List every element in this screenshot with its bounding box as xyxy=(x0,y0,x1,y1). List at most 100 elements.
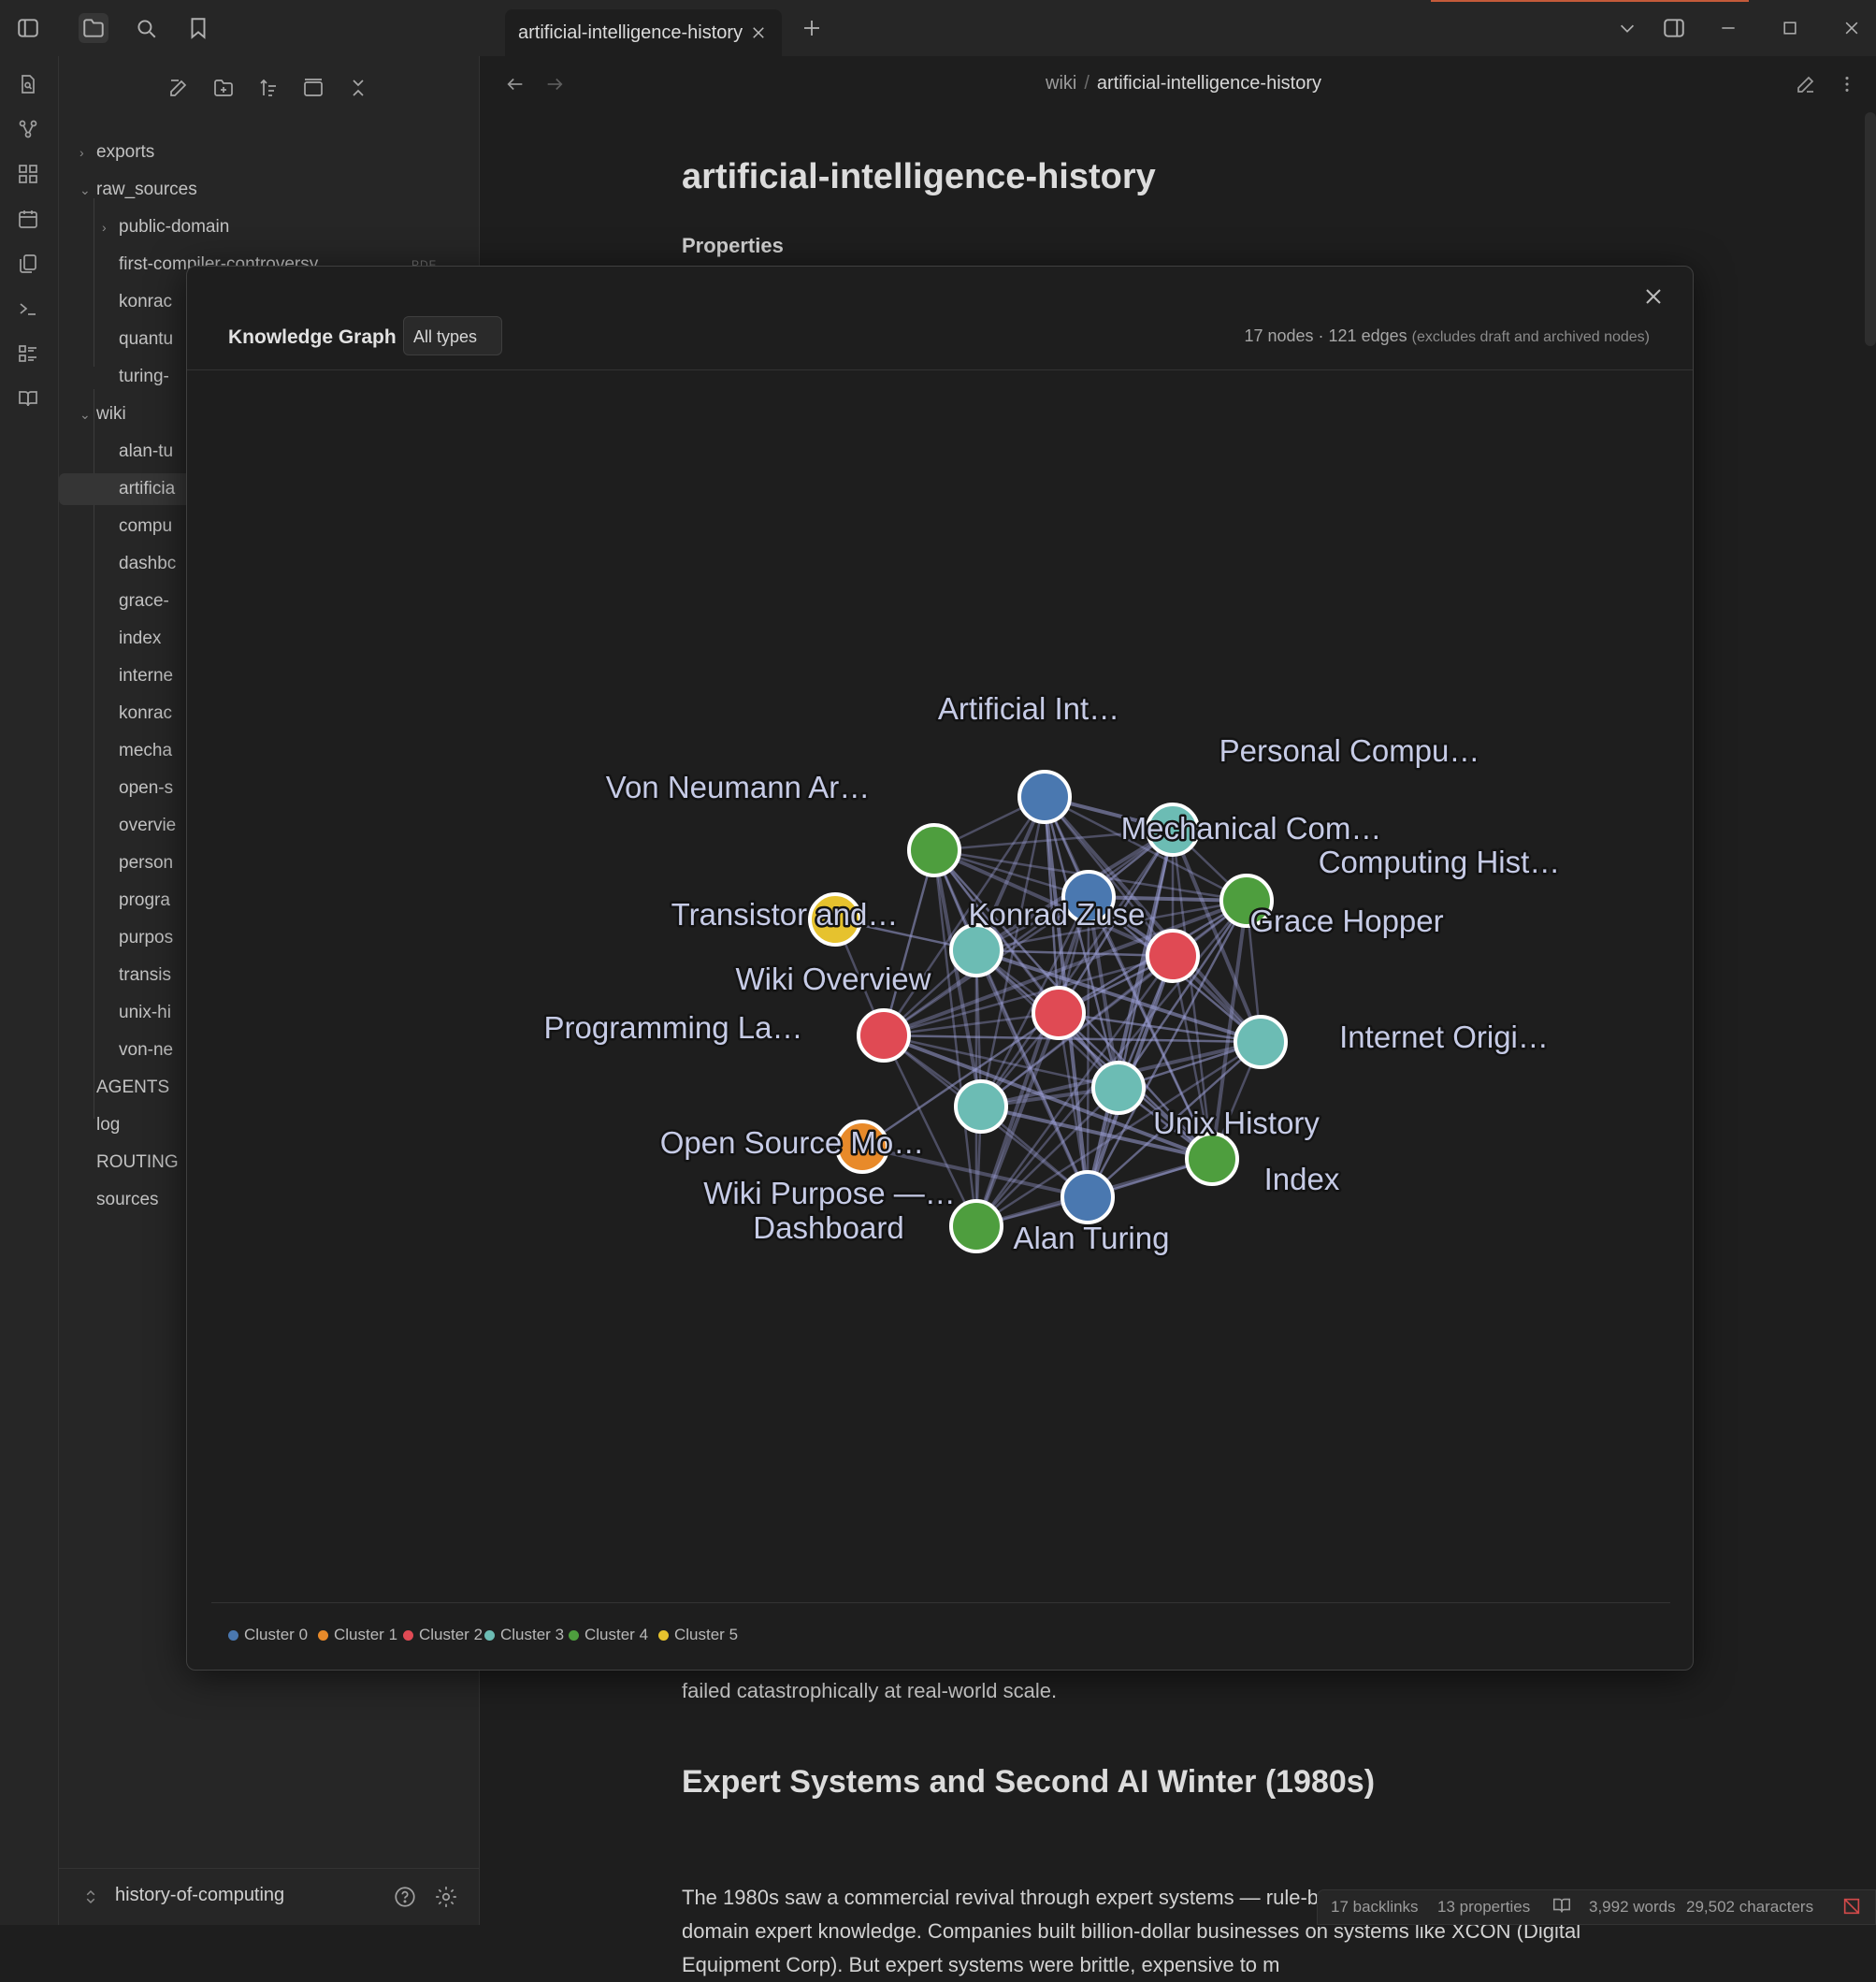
tree-folder[interactable]: › public-domain xyxy=(59,211,470,243)
chevron-down-icon[interactable]: ⌄ xyxy=(79,398,96,430)
chevron-down-icon[interactable]: ⌄ xyxy=(79,174,96,206)
tree-item-label: von-ne xyxy=(119,1040,174,1060)
tab-list-chevron-icon[interactable] xyxy=(1612,13,1642,43)
help-icon[interactable] xyxy=(390,1882,420,1912)
tree-item-label: interne xyxy=(119,666,174,686)
settings-gear-icon[interactable] xyxy=(431,1882,461,1912)
graph-node-ai[interactable] xyxy=(1017,770,1072,824)
graph-node-label: Mechanical Com… xyxy=(1121,811,1382,846)
tree-item-label: quantu xyxy=(119,329,174,349)
more-options-icon[interactable] xyxy=(1832,69,1862,99)
bookmark-icon[interactable] xyxy=(183,13,213,43)
graph-node-label: Index xyxy=(1264,1162,1340,1196)
graph-node-pl[interactable] xyxy=(857,1008,911,1063)
tree-item-label: person xyxy=(119,853,174,873)
sidebar-toggle-icon[interactable] xyxy=(13,13,43,43)
calendar-icon[interactable] xyxy=(13,204,43,234)
legend-item: Cluster 3 xyxy=(484,1626,564,1644)
tree-item-label: exports xyxy=(96,142,155,162)
copy-files-icon[interactable] xyxy=(13,249,43,279)
graph-view-icon[interactable] xyxy=(13,114,43,144)
close-window-icon[interactable] xyxy=(1837,13,1867,43)
sort-icon[interactable] xyxy=(253,73,283,103)
tree-item-label: turing- xyxy=(119,367,169,386)
tree-item-label: wiki xyxy=(96,404,126,424)
legend-label: Cluster 5 xyxy=(674,1626,739,1643)
tab-artificial-intelligence-history[interactable]: artificial-intelligence-history xyxy=(505,9,782,56)
canvas-icon[interactable] xyxy=(13,159,43,189)
breadcrumb-parent[interactable]: wiki xyxy=(1046,73,1076,94)
sync-error-icon[interactable] xyxy=(1841,1896,1862,1917)
folder-icon[interactable] xyxy=(79,13,108,43)
graph-node-label: Alan Turing xyxy=(1014,1221,1170,1255)
scrollbar[interactable] xyxy=(1865,112,1876,346)
tree-item-label: sources xyxy=(96,1190,159,1209)
modal-header: Knowledge Graph All types 17 nodes · 121… xyxy=(187,267,1693,370)
new-folder-icon[interactable] xyxy=(209,73,238,103)
graph-node-at[interactable] xyxy=(1061,1170,1115,1224)
minimize-icon[interactable] xyxy=(1713,13,1743,43)
collapse-all-icon[interactable] xyxy=(343,73,373,103)
properties-heading[interactable]: Properties xyxy=(682,234,784,258)
auto-reveal-icon[interactable] xyxy=(298,73,328,103)
graph-node-io[interactable] xyxy=(1234,1015,1288,1069)
graph-node-label: Wiki Overview xyxy=(735,962,931,996)
legend-dot xyxy=(228,1630,238,1641)
graph-canvas[interactable]: Artificial Int… Personal Compu… Von Neuman… xyxy=(187,370,1693,1600)
tree-item-label: raw_sources xyxy=(96,180,197,199)
graph-node-lowc[interactable] xyxy=(954,1079,1008,1134)
edit-pencil-icon[interactable] xyxy=(1791,69,1821,99)
vault-switcher[interactable]: history-of-computing xyxy=(59,1868,479,1925)
backlinks-count[interactable]: 17 backlinks xyxy=(1331,1898,1419,1917)
tree-item-label: konrac xyxy=(119,703,173,723)
close-modal-icon[interactable] xyxy=(1638,282,1668,311)
list-icon[interactable] xyxy=(13,339,43,369)
terminal-icon[interactable] xyxy=(13,294,43,324)
book-icon[interactable] xyxy=(13,383,43,413)
file-search-icon[interactable] xyxy=(13,69,43,99)
graph-node-ux[interactable] xyxy=(1185,1132,1239,1186)
section-heading: Expert Systems and Second AI Winter (198… xyxy=(682,1764,1376,1800)
type-filter-select[interactable]: All types xyxy=(403,316,502,355)
breadcrumb-current[interactable]: artificial-intelligence-history xyxy=(1097,73,1321,94)
graph-node-label: Konrad Zuse xyxy=(969,897,1146,932)
legend-dot xyxy=(569,1630,579,1641)
new-note-icon[interactable] xyxy=(164,73,194,103)
tree-item-label: public-domain xyxy=(119,217,230,237)
tree-item-label: AGENTS xyxy=(96,1078,170,1097)
close-tab-icon[interactable] xyxy=(748,22,769,43)
tree-item-label: compu xyxy=(119,516,173,536)
forward-arrow-icon[interactable] xyxy=(540,69,570,99)
graph-node-label: Grace Hopper xyxy=(1249,904,1443,938)
graph-node-mid[interactable] xyxy=(1091,1061,1146,1115)
properties-count[interactable]: 13 properties xyxy=(1437,1898,1530,1917)
tree-item-label: konrac xyxy=(119,292,173,311)
vault-chevron-icon[interactable] xyxy=(76,1882,106,1912)
search-icon[interactable] xyxy=(131,13,161,43)
cluster-legend: Cluster 0 Cluster 1 Cluster 2 Cluster 3 Clus… xyxy=(211,1602,1670,1659)
legend-dot xyxy=(658,1630,669,1641)
back-arrow-icon[interactable] xyxy=(500,69,530,99)
tree-folder[interactable]: › exports xyxy=(59,137,470,168)
modal-title: Knowledge Graph xyxy=(228,326,397,348)
knowledge-graph-modal: Knowledge Graph All types 17 nodes · 121… xyxy=(186,266,1694,1671)
new-tab-icon[interactable] xyxy=(797,13,827,43)
maximize-icon[interactable] xyxy=(1775,13,1805,43)
graph-node-kz[interactable] xyxy=(949,923,1003,977)
chevron-right-icon[interactable]: › xyxy=(79,137,96,168)
graph-node-wo[interactable] xyxy=(1032,986,1086,1040)
graph-node-wp[interactable] xyxy=(949,1199,1003,1253)
legend-label: Cluster 1 xyxy=(334,1626,398,1643)
legend-label: Cluster 2 xyxy=(419,1626,483,1643)
reading-view-icon[interactable] xyxy=(1551,1895,1572,1916)
character-count: 29,502 characters xyxy=(1686,1898,1814,1916)
graph-node-vn[interactable] xyxy=(907,823,961,877)
legend-dot xyxy=(403,1630,413,1641)
vault-name[interactable]: history-of-computing xyxy=(115,1885,284,1906)
right-sidebar-toggle-icon[interactable] xyxy=(1659,13,1689,43)
legend-item: Cluster 5 xyxy=(658,1626,738,1644)
tree-folder[interactable]: ⌄ raw_sources xyxy=(59,174,470,206)
graph-node-gh[interactable] xyxy=(1146,929,1200,983)
chevron-right-icon[interactable]: › xyxy=(102,211,119,243)
graph-node-label: Internet Origi… xyxy=(1339,1020,1549,1054)
